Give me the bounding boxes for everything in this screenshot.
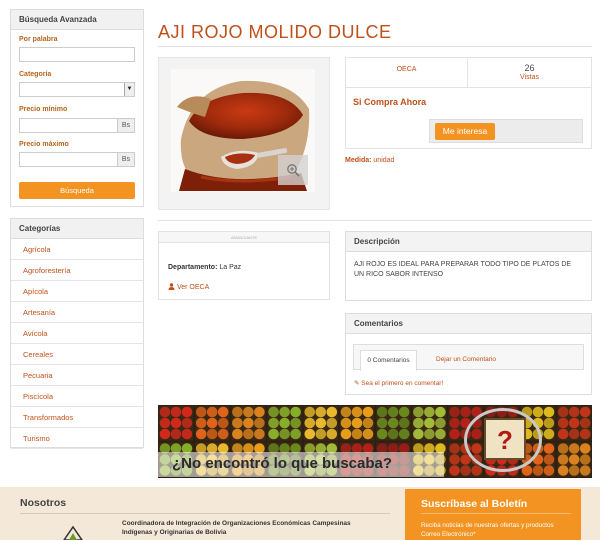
page-title: AJI ROJO MOLIDO DULCE bbox=[158, 22, 392, 42]
product-photo[interactable] bbox=[171, 69, 315, 192]
cioec-logo-icon bbox=[63, 525, 83, 540]
magnifier-lens bbox=[464, 408, 542, 472]
divider bbox=[158, 220, 592, 221]
zoom-button[interactable] bbox=[278, 155, 308, 185]
max-price-label: Precio máximo bbox=[19, 141, 69, 148]
measure-value: unidad bbox=[373, 157, 395, 164]
divider bbox=[158, 46, 592, 47]
banner-text: ¿No encontró lo que buscaba? bbox=[172, 455, 393, 472]
categories-panel: Categorías Agrícola Agroforestería Apícola… bbox=[10, 218, 144, 449]
categories-list: Agrícola Agroforestería Apícola Artesanía Av… bbox=[11, 239, 143, 449]
min-price-input[interactable]: Bs bbox=[19, 118, 135, 133]
category-link[interactable]: Artesanía bbox=[11, 302, 143, 323]
seller-box: ANUNCIANTE Departamento: La Paz Ver OECA bbox=[158, 231, 330, 300]
footer-divider bbox=[20, 513, 390, 514]
category-link[interactable]: Cereales bbox=[11, 344, 143, 365]
category-label: Categoría bbox=[19, 71, 52, 78]
produce-tile bbox=[231, 406, 266, 441]
min-price-label: Precio mínimo bbox=[19, 106, 68, 113]
seller-name[interactable]: OECA bbox=[397, 66, 417, 73]
description-text: AJI ROJO ES IDEAL PARA PREPARAR TODO TIP… bbox=[354, 261, 572, 278]
advanced-search-title: Búsqueda Avanzada bbox=[11, 10, 143, 30]
not-found-banner[interactable]: ? ¿No encontró lo que buscaba? bbox=[158, 405, 592, 478]
product-image-frame bbox=[158, 57, 330, 210]
user-icon bbox=[168, 283, 175, 290]
description-box: Descripción AJI ROJO ES IDEAL PARA PREPA… bbox=[345, 231, 592, 301]
measure-label: Medida: bbox=[345, 157, 372, 164]
first-comment-link[interactable]: ✎ Sea el primero en comentar! bbox=[354, 379, 443, 387]
tab-comment-count[interactable]: 0 Comentarios bbox=[360, 350, 417, 371]
newsletter-title: Suscríbase al Boletín bbox=[421, 498, 528, 510]
produce-tile bbox=[267, 406, 302, 441]
about-title: Nosotros bbox=[20, 497, 67, 509]
currency-addon: Bs bbox=[117, 152, 135, 167]
interest-bar: Me interesa bbox=[429, 119, 583, 143]
views-count: 26 bbox=[524, 63, 535, 73]
produce-tile bbox=[159, 406, 194, 441]
newsletter-text: Reciba noticias de nuestras ofertas y pr… bbox=[421, 522, 554, 529]
pencil-icon: ✎ bbox=[354, 380, 360, 387]
department-line: Departamento: La Paz bbox=[168, 264, 241, 271]
first-comment-text: Sea el primero en comentar! bbox=[361, 380, 444, 387]
category-link[interactable]: Piscícola bbox=[11, 386, 143, 407]
category-link[interactable]: Transformados bbox=[11, 407, 143, 428]
zoom-icon bbox=[287, 164, 300, 177]
category-link[interactable]: Agrícola bbox=[11, 239, 143, 260]
org-name: Coordinadora de Integración de Organizac… bbox=[122, 520, 351, 536]
description-title: Descripción bbox=[346, 232, 591, 252]
category-select[interactable]: ▼ bbox=[19, 82, 135, 97]
views-cell: 26 Vistas bbox=[468, 58, 591, 88]
department-value: La Paz bbox=[219, 264, 242, 271]
chevron-down-icon: ▼ bbox=[124, 83, 134, 96]
currency-addon: Bs bbox=[117, 118, 135, 133]
category-link[interactable]: Turismo bbox=[11, 428, 143, 449]
product-info-box: OECA 26 Vistas Si Compra Ahora Me intere… bbox=[345, 57, 592, 149]
seller-box-header: ANUNCIANTE bbox=[159, 232, 329, 243]
category-link[interactable]: Avícola bbox=[11, 323, 143, 344]
max-price-input[interactable]: Bs bbox=[19, 152, 135, 167]
produce-tile bbox=[557, 406, 592, 441]
category-link[interactable]: Pecuaria bbox=[11, 365, 143, 386]
measure-line: Medida: unidad bbox=[345, 157, 394, 164]
category-link[interactable]: Agroforestería bbox=[11, 260, 143, 281]
footer: Nosotros Coordinadora de Integración de … bbox=[0, 487, 600, 540]
produce-tile bbox=[376, 406, 411, 441]
email-label: Correo Electrónico* bbox=[421, 531, 476, 538]
comments-box: Comentarios 0 Comentarios Dejar un Comen… bbox=[345, 313, 592, 395]
newsletter-box: Suscríbase al Boletín Reciba noticias de… bbox=[405, 489, 581, 540]
categories-title: Categorías bbox=[11, 219, 143, 239]
produce-tile bbox=[303, 406, 338, 441]
newsletter-divider bbox=[421, 513, 571, 514]
page-body: Búsqueda Avanzada Por palabra Categoría … bbox=[0, 0, 600, 487]
category-link[interactable]: Apícola bbox=[11, 281, 143, 302]
tab-leave-comment[interactable]: Dejar un Comentario bbox=[436, 350, 496, 371]
department-label: Departamento: bbox=[168, 264, 218, 271]
word-input[interactable] bbox=[19, 47, 135, 62]
produce-tile bbox=[557, 442, 592, 477]
interest-button[interactable]: Me interesa bbox=[435, 123, 495, 140]
word-label: Por palabra bbox=[19, 36, 58, 43]
seller-cell: OECA bbox=[346, 58, 468, 88]
produce-tile bbox=[195, 406, 230, 441]
view-seller-text: Ver OECA bbox=[176, 284, 210, 291]
buy-now-heading: Si Compra Ahora bbox=[353, 97, 427, 107]
comments-tabs: 0 Comentarios Dejar un Comentario bbox=[353, 344, 584, 371]
comments-title: Comentarios bbox=[346, 314, 591, 334]
view-seller-link[interactable]: Ver OECA bbox=[168, 283, 209, 291]
advanced-search-panel: Búsqueda Avanzada Por palabra Categoría … bbox=[10, 9, 144, 207]
views-label: Vistas bbox=[520, 74, 539, 81]
produce-tile bbox=[340, 406, 375, 441]
produce-tile bbox=[412, 406, 447, 441]
search-button[interactable]: Búsqueda bbox=[19, 182, 135, 199]
